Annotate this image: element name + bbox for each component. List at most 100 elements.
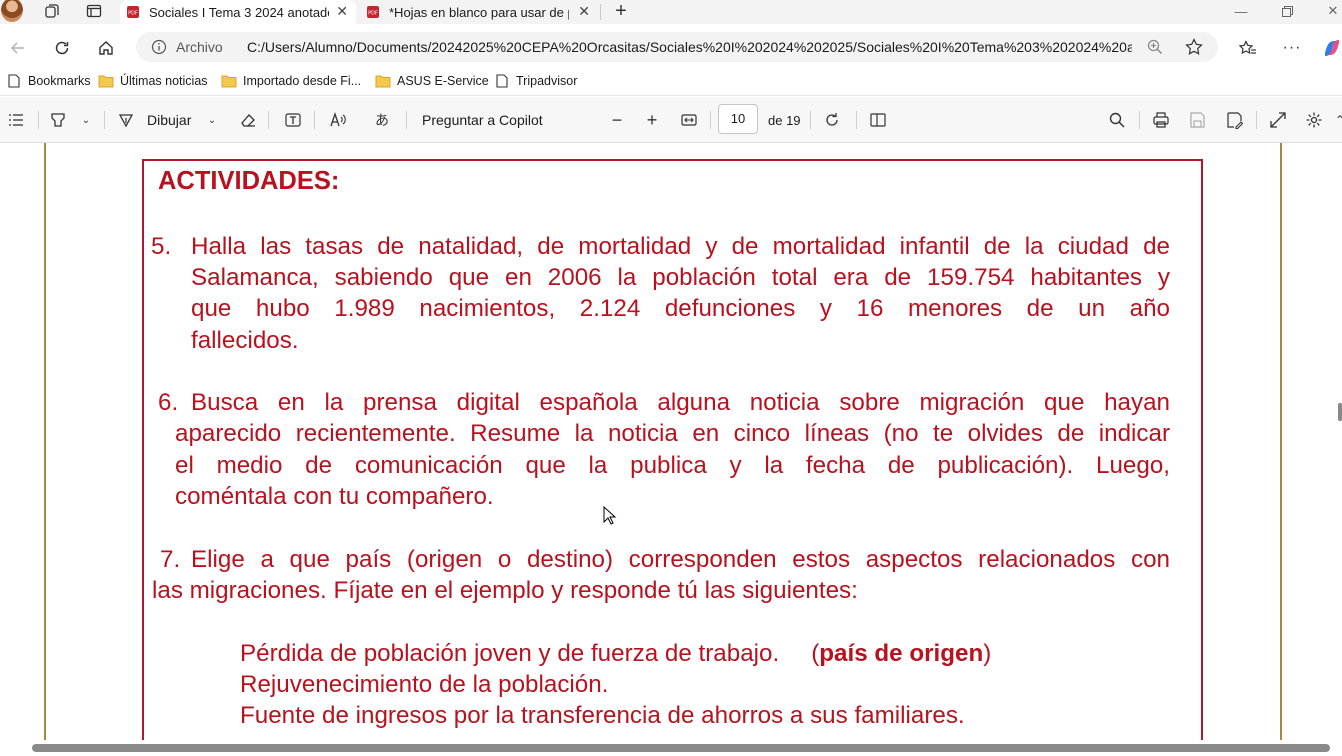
tab-sociales-tema3[interactable]: PDF Sociales I Tema 3 2024 anotado.p ✕ (120, 0, 356, 24)
bookmark-label: Bookmarks (28, 74, 91, 88)
profile-avatar[interactable] (1, 0, 23, 22)
activities-heading: ACTIVIDADES: (158, 167, 340, 195)
question-6-line: aparecido recientemente. Resume la notic… (175, 420, 1170, 447)
close-tab-icon[interactable]: ✕ (578, 3, 590, 20)
toolbar-divider (314, 111, 315, 129)
restore-icon[interactable] (1264, 0, 1310, 22)
highlight-dropdown-icon[interactable]: ⌄ (76, 110, 96, 130)
save-icon[interactable] (1187, 110, 1207, 130)
aspect-text: Fuente de ingresos por la transferencia … (240, 702, 965, 729)
horizontal-scrollbar-thumb[interactable] (32, 744, 1330, 752)
bookmark-item[interactable]: Últimas noticias (98, 74, 208, 88)
fit-width-icon[interactable] (679, 110, 699, 130)
question-7-line: Elige a que país (origen o destino) corr… (191, 546, 1170, 573)
highlight-icon[interactable] (48, 110, 68, 130)
folder-icon (98, 75, 114, 88)
search-icon[interactable] (1107, 110, 1127, 130)
question-6-line: coméntala con tu compañero. (175, 483, 494, 510)
tab-divider (600, 4, 601, 20)
zoom-in-icon[interactable]: + (642, 110, 662, 130)
workspaces-icon[interactable] (40, 1, 64, 21)
page-number-input[interactable]: 10 (718, 104, 758, 134)
bookmark-item[interactable]: ASUS E-Service (375, 74, 489, 88)
read-aloud-icon[interactable] (328, 110, 348, 130)
document-icon (496, 74, 508, 88)
page-view-icon[interactable] (868, 110, 888, 130)
document-icon (8, 74, 20, 88)
back-icon[interactable] (6, 36, 30, 60)
question-5-line: Halla las tasas de natalidad, de mortali… (191, 233, 1170, 260)
toolbar-divider (1256, 111, 1257, 129)
aspect-item: Fuente de ingresos por la transferencia … (240, 702, 965, 730)
rotate-icon[interactable] (822, 110, 842, 130)
folder-icon (221, 75, 237, 88)
new-tab-icon[interactable]: + (609, 0, 633, 22)
question-5-line: que hubo 1.989 nacimientos, 2.124 defunc… (191, 295, 1170, 322)
question-6-line: Busca en la prensa digital española algu… (191, 389, 1170, 416)
save-as-icon[interactable] (1224, 110, 1244, 130)
mouse-cursor-icon (603, 506, 617, 525)
horizontal-scrollbar[interactable] (0, 740, 1342, 756)
bookmark-label: Tripadvisor (516, 74, 578, 88)
eraser-icon[interactable] (238, 110, 258, 130)
draw-pen-icon[interactable] (116, 110, 136, 130)
aspect-item: Rejuvenecimiento de la población. (240, 671, 608, 699)
fullscreen-icon[interactable] (1268, 110, 1288, 130)
favorite-star-icon[interactable] (1184, 37, 1204, 57)
navigation-bar: Archivo C:/Users/Alumno/Documents/202420… (0, 24, 1342, 70)
pin-toolbar-icon[interactable]: ⌃ (1330, 110, 1342, 130)
bookmark-item[interactable]: Bookmarks (6, 74, 91, 88)
contents-list-icon[interactable] (6, 110, 26, 130)
translate-icon[interactable]: あ (372, 110, 392, 130)
aspect-text: Rejuvenecimiento de la población. (240, 671, 609, 698)
toolbar-divider (856, 111, 857, 129)
address-bar[interactable]: Archivo C:/Users/Alumno/Documents/202420… (136, 32, 1218, 62)
ask-copilot-button[interactable]: Preguntar a Copilot (422, 112, 543, 128)
info-icon[interactable] (151, 39, 167, 55)
bookmark-item[interactable]: Importado desde Fi... (221, 74, 361, 88)
svg-text:PDF: PDF (368, 11, 378, 17)
settings-more-icon[interactable]: ··· (1280, 36, 1304, 60)
toolbar-divider (38, 111, 39, 129)
draw-dropdown-icon[interactable]: ⌄ (202, 110, 222, 130)
add-text-icon[interactable] (283, 110, 303, 130)
question-6-line: el medio de comunicación que la publica … (175, 452, 1170, 479)
vertical-scrollbar-thumb[interactable] (1338, 403, 1342, 421)
question-7-number: 7. (160, 546, 181, 573)
bookmark-item[interactable]: Tripadvisor (494, 74, 577, 88)
aspect-text: Pérdida de población joven y de fuerza d… (240, 640, 780, 667)
question-5-number: 5. (151, 233, 172, 260)
toolbar-divider (1139, 111, 1140, 129)
draw-button-label[interactable]: Dibujar (147, 112, 191, 128)
close-window-icon[interactable]: ✕ (1310, 0, 1342, 22)
page-total-label: de 19 (768, 113, 801, 128)
toolbar-divider (268, 111, 269, 129)
file-scheme-label: Archivo (176, 39, 223, 55)
print-icon[interactable] (1151, 110, 1171, 130)
toolbar-divider (710, 111, 711, 129)
bookmark-label: ASUS E-Service (397, 74, 489, 88)
favorites-icon[interactable] (1236, 36, 1260, 60)
home-icon[interactable] (94, 36, 118, 60)
gear-icon[interactable] (1304, 110, 1324, 130)
zoom-icon[interactable] (1146, 38, 1164, 56)
folder-icon (375, 75, 391, 88)
zoom-out-icon[interactable]: − (607, 110, 627, 130)
question-5-line: fallecidos. (191, 327, 299, 354)
question-6-number: 6. (158, 389, 179, 416)
tab-actions-icon[interactable] (82, 1, 106, 21)
question-5-line: Salamanca, sabiendo que en 2006 la pobla… (191, 264, 1170, 291)
tab-hojas-en-blanco[interactable]: PDF *Hojas en blanco para usar de piz ✕ (360, 0, 598, 24)
copilot-icon[interactable] (1320, 36, 1342, 60)
minimize-icon[interactable]: — (1218, 0, 1264, 22)
url-text[interactable]: C:/Users/Alumno/Documents/20242025%20CEP… (247, 39, 1132, 55)
pdf-viewer[interactable]: ACTIVIDADES: 5. Halla las tasas de natal… (0, 143, 1342, 740)
bookmark-label: Últimas noticias (120, 74, 208, 88)
question-7-line: las migraciones. Fíjate en el ejemplo y … (152, 577, 858, 604)
pdf-icon: PDF (127, 6, 139, 18)
svg-text:PDF: PDF (128, 11, 138, 17)
tab-title: *Hojas en blanco para usar de piz (389, 4, 569, 20)
refresh-icon[interactable] (50, 36, 74, 60)
toolbar-divider (406, 111, 407, 129)
close-tab-icon[interactable]: ✕ (336, 3, 348, 20)
